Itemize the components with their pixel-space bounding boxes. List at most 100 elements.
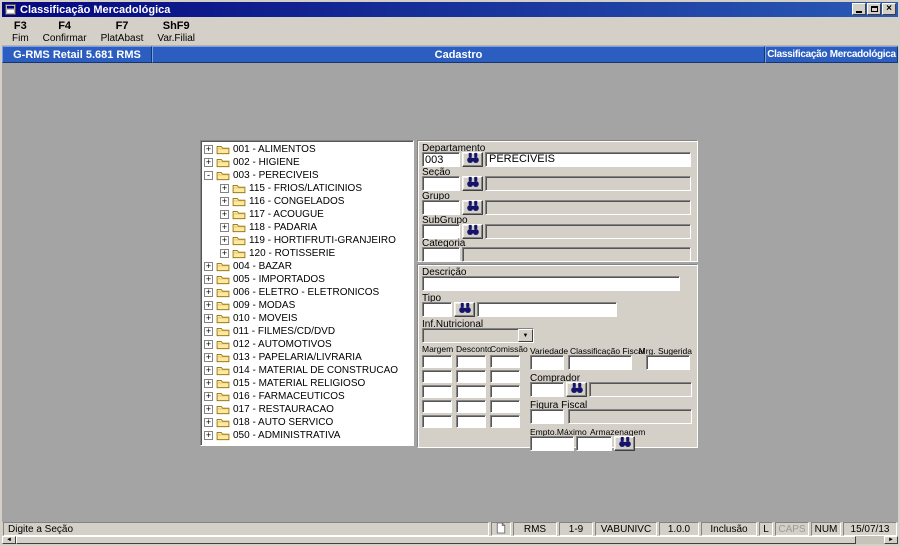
expand-icon[interactable]: +	[220, 249, 229, 258]
comprador-search-button[interactable]	[566, 382, 587, 397]
expand-icon[interactable]: +	[204, 379, 213, 388]
variedade-input[interactable]	[530, 355, 564, 370]
toolbar-item-confirmar[interactable]: F4 Confirmar	[43, 20, 87, 44]
margin-grid-cell[interactable]	[422, 400, 452, 413]
margin-grid-cell[interactable]	[490, 400, 520, 413]
tree-item[interactable]: +018 - AUTO SERVICO	[201, 416, 413, 429]
margin-grid-cell[interactable]	[422, 415, 452, 428]
expand-icon[interactable]: +	[204, 327, 213, 336]
expand-icon[interactable]: +	[204, 340, 213, 349]
margin-grid-cell[interactable]	[422, 370, 452, 383]
maximize-button[interactable]	[867, 3, 881, 15]
expand-icon[interactable]: +	[204, 262, 213, 271]
expand-icon[interactable]: +	[204, 301, 213, 310]
tree-item[interactable]: +117 - ACOUGUE	[201, 208, 413, 221]
tree-item[interactable]: +011 - FILMES/CD/DVD	[201, 325, 413, 338]
close-button[interactable]: ×	[882, 3, 896, 15]
classificacao-fiscal-input[interactable]	[568, 355, 632, 370]
grupo-code-input[interactable]	[422, 200, 460, 215]
tree-item[interactable]: +012 - AUTOMOTIVOS	[201, 338, 413, 351]
tree-item[interactable]: +016 - FARMACEUTICOS	[201, 390, 413, 403]
margin-grid-cell[interactable]	[422, 355, 452, 368]
margin-grid-cell[interactable]	[456, 385, 486, 398]
scrollbar-thumb[interactable]	[16, 536, 856, 544]
dropdown-arrow-icon[interactable]: ▼	[518, 329, 533, 342]
toolbar-item-varfilial[interactable]: ShF9 Var.Filial	[157, 20, 195, 44]
expand-icon[interactable]: +	[220, 223, 229, 232]
mrg-sugerida-input[interactable]	[646, 355, 690, 370]
tree-item[interactable]: +001 - ALIMENTOS	[201, 143, 413, 156]
tree-item[interactable]: +116 - CONGELADOS	[201, 195, 413, 208]
grupo-search-button[interactable]	[462, 200, 483, 215]
margin-grid-cell[interactable]	[490, 355, 520, 368]
expand-icon[interactable]: +	[204, 145, 213, 154]
scroll-left-button[interactable]: ◄	[2, 536, 16, 544]
secao-search-button[interactable]	[462, 176, 483, 191]
descricao-input[interactable]	[422, 276, 680, 291]
margin-grid-cell[interactable]	[456, 415, 486, 428]
tree-item[interactable]: +010 - MOVEIS	[201, 312, 413, 325]
tree-item[interactable]: +013 - PAPELARIA/LIVRARIA	[201, 351, 413, 364]
departamento-code-input[interactable]	[422, 152, 460, 167]
margin-grid-cell[interactable]	[456, 355, 486, 368]
margin-grid-cell[interactable]	[490, 370, 520, 383]
tree-item[interactable]: +015 - MATERIAL RELIGIOSO	[201, 377, 413, 390]
tree-item-label: 001 - ALIMENTOS	[233, 144, 316, 155]
tree-item[interactable]: +115 - FRIOS/LATICINIOS	[201, 182, 413, 195]
margin-grid-cell[interactable]	[490, 415, 520, 428]
tipo-search-button[interactable]	[454, 302, 475, 317]
margin-grid-cell[interactable]	[456, 400, 486, 413]
collapse-icon[interactable]: -	[204, 171, 213, 180]
margin-grid-cell[interactable]	[422, 385, 452, 398]
tree-item[interactable]: +004 - BAZAR	[201, 260, 413, 273]
horizontal-scrollbar[interactable]: ◄ ►	[2, 536, 898, 544]
toolbar-item-fim[interactable]: F3 Fim	[12, 20, 29, 44]
expand-icon[interactable]: +	[204, 431, 213, 440]
tree-item[interactable]: +005 - IMPORTADOS	[201, 273, 413, 286]
expand-icon[interactable]: +	[220, 210, 229, 219]
tree-item[interactable]: +119 - HORTIFRUTI-GRANJEIRO	[201, 234, 413, 247]
expand-icon[interactable]: +	[204, 288, 213, 297]
expand-icon[interactable]: +	[204, 275, 213, 284]
status-hint: Digite a Seção	[3, 522, 489, 536]
tree-item[interactable]: +118 - PADARIA	[201, 221, 413, 234]
tree-item[interactable]: +050 - ADMINISTRATIVA	[201, 429, 413, 442]
toolbar-item-platabast[interactable]: F7 PlatAbast	[101, 20, 144, 44]
categoria-code-input[interactable]	[422, 247, 460, 262]
scroll-right-button[interactable]: ►	[884, 536, 898, 544]
tree-item[interactable]: - 003 - PERECIVEIS	[201, 169, 413, 182]
header-screen-name: Classificação Mercadológica	[765, 46, 898, 63]
empto-maximo-input[interactable]	[530, 436, 574, 451]
secao-code-input[interactable]	[422, 176, 460, 191]
tree-item[interactable]: +006 - ELETRO - ELETRONICOS	[201, 286, 413, 299]
expand-icon[interactable]: +	[220, 184, 229, 193]
expand-icon[interactable]: +	[220, 197, 229, 206]
subgrupo-code-input[interactable]	[422, 224, 460, 239]
armazenagem-search-button[interactable]	[614, 436, 635, 451]
folder-icon	[216, 274, 230, 285]
departamento-search-button[interactable]	[462, 152, 483, 167]
subgrupo-search-button[interactable]	[462, 224, 483, 239]
tree-item[interactable]: +017 - RESTAURACAO	[201, 403, 413, 416]
expand-icon[interactable]: +	[204, 405, 213, 414]
tree-item[interactable]: +120 - ROTISSERIE	[201, 247, 413, 260]
minimize-button[interactable]	[852, 3, 866, 15]
expand-icon[interactable]: +	[204, 353, 213, 362]
expand-icon[interactable]: +	[204, 314, 213, 323]
figura-fiscal-code-input[interactable]	[530, 409, 564, 424]
expand-icon[interactable]: +	[204, 366, 213, 375]
armazenagem-input[interactable]	[576, 436, 612, 451]
margin-grid-cell[interactable]	[490, 385, 520, 398]
expand-icon[interactable]: +	[204, 392, 213, 401]
expand-icon[interactable]: +	[204, 418, 213, 427]
tipo-code-input[interactable]	[422, 302, 452, 317]
comprador-code-input[interactable]	[530, 382, 564, 397]
inf-nutricional-select[interactable]: ▼	[422, 328, 534, 343]
tree-item[interactable]: +002 - HIGIENE	[201, 156, 413, 169]
tree-item[interactable]: +014 - MATERIAL DE CONSTRUCAO	[201, 364, 413, 377]
margin-grid-cell[interactable]	[456, 370, 486, 383]
tree-item[interactable]: +009 - MODAS	[201, 299, 413, 312]
expand-icon[interactable]: +	[220, 236, 229, 245]
expand-icon[interactable]: +	[204, 158, 213, 167]
tree-item-label: 012 - AUTOMOTIVOS	[233, 339, 332, 350]
